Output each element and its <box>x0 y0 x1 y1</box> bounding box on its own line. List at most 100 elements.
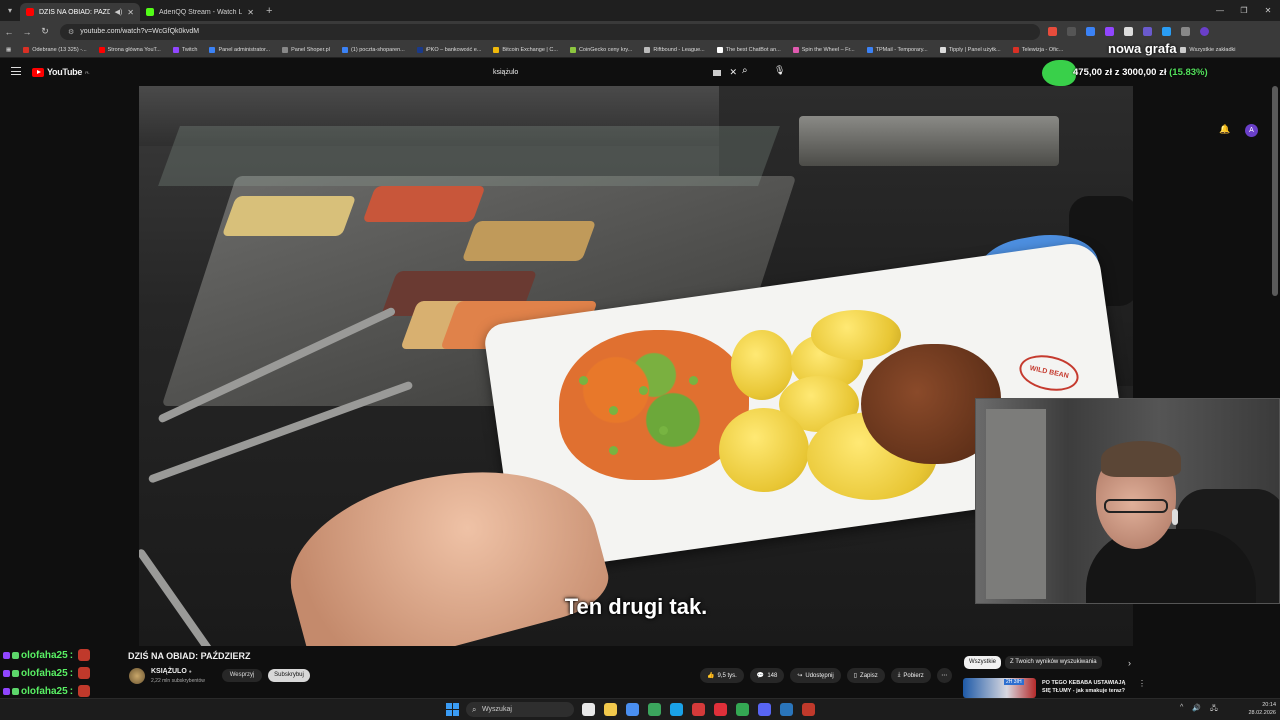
microphone-icon[interactable]: 🎙 <box>774 65 785 76</box>
download-button[interactable]: ⤓ Pobierz <box>890 668 931 683</box>
support-button[interactable]: Wesprzyj <box>222 669 262 682</box>
close-tab-icon[interactable]: ✕ <box>247 8 254 17</box>
chip-from-search[interactable]: Z Twoich wyników wyszukiwania <box>1005 656 1102 669</box>
bookmark-item[interactable]: TPMail - Temporary... <box>861 46 934 53</box>
chat-badge-icon <box>12 651 19 659</box>
store-icon[interactable] <box>626 703 639 716</box>
chip-all[interactable]: Wszystkie <box>964 656 1001 669</box>
extension-icon[interactable] <box>1162 27 1171 36</box>
more-actions-icon[interactable]: ⋯ <box>936 668 952 683</box>
bookmark-item[interactable]: Telewizja - Ofic... <box>1007 46 1070 53</box>
system-tray: ^ 🔊 🖧 <box>1180 704 1218 715</box>
chat-username: olofaha25 <box>21 649 68 661</box>
reload-icon[interactable]: ↻ <box>36 26 54 37</box>
extension-icon[interactable] <box>1124 27 1133 36</box>
task-view-icon[interactable] <box>582 703 595 716</box>
share-icon: ↪ <box>797 673 803 679</box>
chat-badge-icon <box>12 669 19 677</box>
subscribe-button[interactable]: Subskrybuj <box>268 669 310 682</box>
taskbar-clock[interactable]: 20:14 28.02.2026 <box>1240 701 1276 717</box>
app-icon[interactable] <box>648 703 661 716</box>
save-button[interactable]: ▯ Zapisz <box>846 668 885 683</box>
bookmark-item[interactable]: Spin the Wheel – Fr... <box>787 46 861 53</box>
extension-icon[interactable] <box>1067 27 1076 36</box>
chrome-icon[interactable] <box>736 703 749 716</box>
tab-title: AderiQQ Stream - Watch Live o <box>159 8 243 16</box>
url-field[interactable]: ⚙ youtube.com/watch?v=WcGfQk0kvdM <box>60 23 1040 40</box>
avatar-profile-icon[interactable] <box>1200 27 1209 36</box>
close-tab-icon[interactable]: ✕ <box>127 8 134 17</box>
speaker-icon[interactable]: 🔊 <box>1192 704 1201 715</box>
chevron-right-icon[interactable]: › <box>1128 658 1131 668</box>
video-griddle <box>799 116 1059 166</box>
recommended-video-title[interactable]: PO TEGO KEBABA USTAWIAJĄ SIĘ TŁUMY - jak… <box>1042 679 1134 695</box>
channel-avatar[interactable] <box>129 668 145 684</box>
discord-icon[interactable] <box>758 703 771 716</box>
extensions-puzzle-icon[interactable] <box>1181 27 1190 36</box>
chat-message: olofaha25: <box>0 646 115 664</box>
back-icon[interactable]: ← <box>0 27 18 37</box>
recommended-video-thumbnail[interactable] <box>963 678 1036 698</box>
search-icon[interactable]: ⌕ <box>742 65 748 76</box>
bookmarks-bar: ▦ Odebrane (13 325) -... Strona główna Y… <box>0 42 1280 58</box>
page-scrollbar[interactable] <box>1272 86 1278 296</box>
maximize-icon[interactable]: ❐ <box>1232 0 1256 21</box>
app-icon[interactable] <box>802 703 815 716</box>
bookmark-item[interactable]: Bitcoin Exchange | C... <box>487 46 564 53</box>
avatar[interactable]: A <box>1245 124 1258 137</box>
bookmark-item[interactable]: iPKO – bankowość e... <box>411 46 488 53</box>
site-info-icon[interactable]: ⚙ <box>68 28 74 36</box>
keyboard-icon[interactable] <box>713 69 722 76</box>
clear-search-icon[interactable]: ✕ <box>729 67 737 78</box>
bookmark-item[interactable]: Strona główna YouT... <box>93 46 167 53</box>
menu-icon[interactable] <box>11 67 21 75</box>
search-input[interactable]: książulo ✕ <box>493 65 737 80</box>
bookmark-item[interactable]: CoinGecko ceny kry... <box>564 46 638 53</box>
extension-icon[interactable] <box>1105 27 1114 36</box>
notifications-bell-icon[interactable]: 🔔 <box>1219 124 1230 135</box>
share-button[interactable]: ↪ Udostępnij <box>790 668 841 683</box>
video-food-tray <box>221 196 357 236</box>
more-options-icon[interactable]: ⋮ <box>1138 679 1146 688</box>
browser-tab-kick[interactable]: AderiQQ Stream - Watch Live o ✕ <box>140 3 260 21</box>
opera-icon[interactable] <box>714 703 727 716</box>
bookmark-item[interactable]: Twitch <box>167 46 204 53</box>
close-window-icon[interactable]: ✕ <box>1256 0 1280 21</box>
comments-button[interactable]: 💬 148 <box>749 668 785 683</box>
extension-icon[interactable] <box>1143 27 1152 36</box>
bookmark-item[interactable]: Panel Shoper.pl <box>276 46 336 53</box>
file-explorer-icon[interactable] <box>604 703 617 716</box>
apps-grid-icon[interactable]: ▦ <box>0 47 17 53</box>
bookmark-item[interactable]: (1) poczta-shoparen... <box>336 46 411 53</box>
bookmark-item[interactable]: Panel administrator... <box>203 46 276 53</box>
bookmark-favicon-icon <box>1012 46 1019 53</box>
extension-icon[interactable] <box>1048 27 1057 36</box>
forward-icon[interactable]: → <box>18 27 36 37</box>
youtube-logo[interactable]: YouTube PL <box>32 67 90 77</box>
webcam-glasses <box>1104 499 1168 513</box>
bookmark-item[interactable]: Riftbound - League... <box>638 46 710 53</box>
brave-icon[interactable] <box>692 703 705 716</box>
all-bookmarks-folder[interactable]: Wszystkie zakładki <box>1174 46 1241 53</box>
steam-icon[interactable] <box>780 703 793 716</box>
tray-chevron-icon[interactable]: ^ <box>1180 704 1183 715</box>
new-tab-button[interactable]: + <box>266 5 272 17</box>
subscriber-count: 2,22 mln subskrybentów <box>151 678 205 684</box>
start-windows-icon[interactable] <box>446 703 459 716</box>
like-button[interactable]: 👍 9,5 tys. <box>700 668 744 683</box>
channel-name[interactable]: KSIĄŻULO ● <box>151 668 192 675</box>
network-icon[interactable]: 🖧 <box>1210 704 1218 715</box>
bookmark-item[interactable]: Odebrane (13 325) -... <box>17 46 92 53</box>
browser-tab-youtube[interactable]: DZIŚ NA OBIAD: PAŹDZIER ◀) ✕ <box>20 3 140 21</box>
audio-playing-icon[interactable]: ◀) <box>115 8 123 16</box>
tab-search-chevron-icon[interactable]: ▾ <box>0 0 20 21</box>
bookmark-item[interactable]: The best ChatBot an... <box>711 46 787 53</box>
extension-icon[interactable] <box>1086 27 1095 36</box>
edge-icon[interactable] <box>670 703 683 716</box>
video-actions: 👍 9,5 tys. 💬 148 ↪ Udostępnij ▯ Zapisz ⤓ Pobi… <box>700 668 952 683</box>
bookmark-favicon-icon <box>716 46 723 53</box>
bookmark-item[interactable]: Tipply | Panel użytk... <box>934 46 1007 53</box>
taskbar-search[interactable]: Wyszukaj <box>466 702 574 717</box>
chat-message: olofaha25: <box>0 664 115 682</box>
minimize-icon[interactable]: — <box>1208 0 1232 21</box>
